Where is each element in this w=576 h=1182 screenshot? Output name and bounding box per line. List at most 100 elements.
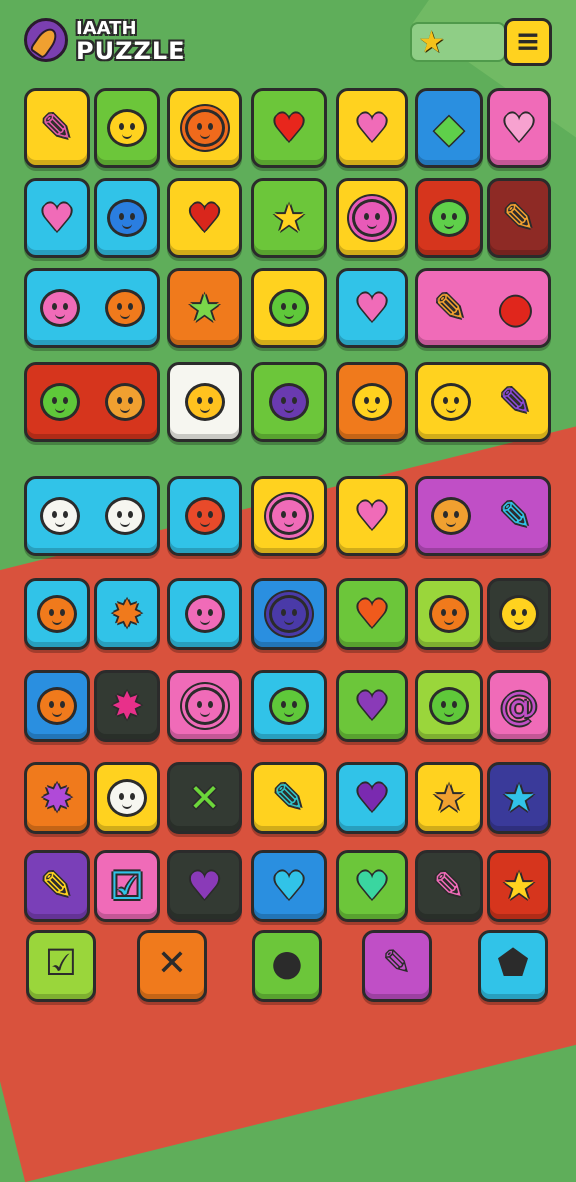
puzzle-tile[interactable] bbox=[167, 362, 242, 442]
puzzle-tile[interactable]: ♥ bbox=[251, 88, 327, 168]
puzzle-tile[interactable]: ★ bbox=[167, 268, 242, 348]
puzzle-tile[interactable] bbox=[336, 178, 408, 258]
pencil-button[interactable]: ✎ bbox=[362, 930, 432, 1002]
puzzle-tile[interactable] bbox=[24, 362, 160, 442]
puzzle-tile[interactable]: ♥ bbox=[336, 268, 408, 348]
puzzle-tile[interactable]: ✎ bbox=[24, 88, 90, 168]
creature-icon bbox=[182, 493, 228, 539]
creature-icon bbox=[37, 493, 83, 539]
puzzle-tile[interactable] bbox=[167, 670, 242, 742]
puzzle-tile[interactable] bbox=[251, 362, 327, 442]
creature-icon bbox=[266, 493, 312, 539]
creature-icon bbox=[182, 105, 228, 151]
check-icon: ☑ bbox=[109, 864, 145, 908]
puzzle-tile[interactable]: ✕ bbox=[167, 762, 242, 834]
puzzle-tile[interactable]: ★ bbox=[487, 762, 551, 834]
bomb-button[interactable]: ● bbox=[252, 930, 322, 1002]
puzzle-tile[interactable]: ♥ bbox=[24, 178, 90, 258]
star-progress-bar: ★ bbox=[410, 22, 506, 62]
puzzle-tile[interactable] bbox=[487, 578, 551, 650]
puzzle-tile[interactable] bbox=[251, 268, 327, 348]
heart-icon: ♥ bbox=[271, 864, 307, 908]
puzzle-tile[interactable]: ☑ bbox=[94, 850, 160, 922]
puzzle-tile[interactable]: ✸ bbox=[94, 578, 160, 650]
puzzle-tile[interactable] bbox=[167, 578, 242, 650]
puzzle-tile[interactable] bbox=[336, 362, 408, 442]
creature-icon bbox=[102, 379, 148, 425]
swirl-icon: @ bbox=[500, 684, 538, 728]
puzzle-tile[interactable]: ♥ bbox=[336, 850, 408, 922]
heart-icon: ♥ bbox=[354, 864, 390, 908]
puzzle-tile[interactable] bbox=[94, 178, 160, 258]
gem-icon: ◆ bbox=[434, 106, 464, 150]
puzzle-tile[interactable]: ✎ bbox=[415, 476, 551, 556]
puzzle-tile[interactable]: ✎ bbox=[415, 362, 551, 442]
heart-icon: ♥ bbox=[271, 106, 307, 150]
puzzle-tile[interactable] bbox=[251, 578, 327, 650]
puzzle-tile[interactable]: ♥ bbox=[336, 670, 408, 742]
puzzle-tile[interactable] bbox=[167, 88, 242, 168]
creature-icon bbox=[34, 591, 80, 637]
heart-icon: ♥ bbox=[354, 592, 390, 636]
burst-icon: ✸ bbox=[111, 592, 143, 636]
puzzle-tile[interactable] bbox=[94, 88, 160, 168]
game-title: IAATH PUZZLE bbox=[76, 18, 186, 65]
puzzle-tile[interactable]: ♥ bbox=[336, 762, 408, 834]
pencil-icon: ✎ bbox=[499, 380, 532, 424]
puzzle-tile[interactable] bbox=[251, 476, 327, 556]
puzzle-tile[interactable]: ★ bbox=[415, 762, 483, 834]
puzzle-tile[interactable]: ♥ bbox=[487, 88, 551, 168]
creature-icon bbox=[104, 195, 150, 241]
creature-icon bbox=[102, 285, 148, 331]
creature-icon bbox=[266, 379, 312, 425]
heart-icon: ♥ bbox=[39, 196, 75, 240]
puzzle-tile[interactable] bbox=[415, 178, 483, 258]
creature-icon bbox=[182, 591, 228, 637]
puzzle-tile[interactable] bbox=[24, 268, 160, 348]
puzzle-tile[interactable]: ♥ bbox=[336, 578, 408, 650]
puzzle-tile[interactable]: ✸ bbox=[24, 762, 90, 834]
creature-icon bbox=[37, 285, 83, 331]
puzzle-tile[interactable]: ★ bbox=[251, 178, 327, 258]
header: IAATH PUZZLE ★ ≡ bbox=[0, 0, 576, 80]
puzzle-tile[interactable]: ✸ bbox=[94, 670, 160, 742]
puzzle-tile[interactable]: ♥ bbox=[336, 476, 408, 556]
puzzle-tile[interactable]: ✎ ● bbox=[415, 268, 551, 348]
puzzle-tile[interactable] bbox=[24, 476, 160, 556]
puzzle-tile[interactable]: ◆ bbox=[415, 88, 483, 168]
menu-button[interactable]: ≡ bbox=[504, 18, 552, 66]
creature-icon bbox=[182, 683, 228, 729]
paint-button[interactable]: ⬟ bbox=[478, 930, 548, 1002]
puzzle-tile[interactable]: ✎ bbox=[487, 178, 551, 258]
puzzle-tile[interactable]: ♥ bbox=[251, 850, 327, 922]
puzzle-tile[interactable] bbox=[24, 670, 90, 742]
puzzle-tile[interactable]: ♥ bbox=[167, 850, 242, 922]
check-button[interactable]: ☑ bbox=[26, 930, 96, 1002]
pencil-icon: ✎ bbox=[41, 106, 73, 150]
creature-icon bbox=[266, 591, 312, 637]
puzzle-tile[interactable]: ✎ bbox=[251, 762, 327, 834]
heart-icon: ♥ bbox=[354, 776, 390, 820]
puzzle-tile[interactable]: @ bbox=[487, 670, 551, 742]
puzzle-tile[interactable]: ♥ bbox=[336, 88, 408, 168]
puzzle-tile[interactable]: ♥ bbox=[167, 178, 242, 258]
star-icon: ★ bbox=[431, 776, 467, 820]
puzzle-tile[interactable] bbox=[415, 670, 483, 742]
creature-icon bbox=[104, 775, 150, 821]
star-icon: ★ bbox=[418, 25, 445, 60]
puzzle-tile[interactable] bbox=[167, 476, 242, 556]
puzzle-tile[interactable]: ✎ bbox=[415, 850, 483, 922]
puzzle-tile[interactable] bbox=[415, 578, 483, 650]
puzzle-tile[interactable] bbox=[94, 762, 160, 834]
puzzle-tile[interactable]: ★ bbox=[487, 850, 551, 922]
title-line2: PUZZLE bbox=[76, 37, 186, 65]
cross-button[interactable]: ✕ bbox=[137, 930, 207, 1002]
pencil-icon: ✎ bbox=[503, 196, 535, 240]
puzzle-tile[interactable] bbox=[24, 578, 90, 650]
puzzle-tile[interactable]: ✎ bbox=[24, 850, 90, 922]
star-icon: ★ bbox=[271, 196, 307, 240]
pencil-icon: ✎ bbox=[434, 286, 467, 330]
puzzle-tile[interactable] bbox=[251, 670, 327, 742]
creature-icon bbox=[428, 493, 474, 539]
pencil-icon: ✎ bbox=[41, 864, 73, 908]
